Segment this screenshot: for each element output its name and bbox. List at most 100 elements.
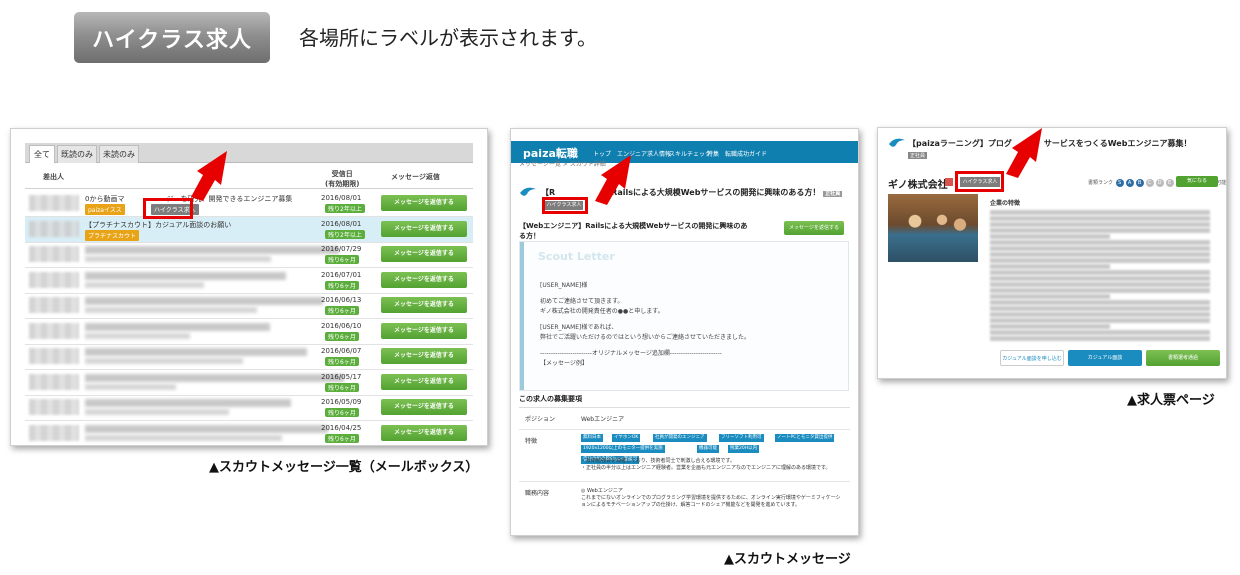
table-row: ポジション Webエンジニア (519, 408, 850, 430)
table-row[interactable]: 2016/06/13 残り6ヶ月 メッセージを返信する (25, 293, 473, 319)
reply-button[interactable]: メッセージを返信する (381, 322, 467, 339)
sender-avatar (29, 322, 79, 339)
sender-avatar (29, 348, 79, 364)
nav-item-special[interactable]: 特集 (707, 149, 719, 158)
sender-avatar (29, 246, 79, 262)
table-row[interactable]: 2016/06/07 残り6ヶ月 メッセージを返信する (25, 344, 473, 370)
casual-apply-button[interactable]: カジュアル面談を申し込む (1000, 350, 1064, 366)
letter-line: ギノ株式会社の開発責任者の●●と申します。 (540, 308, 664, 315)
expiry-badge: 残り6ヶ月 (325, 357, 359, 366)
rank-dots: SABCDE (1115, 179, 1175, 187)
table-row[interactable]: 2016/07/01 残り6ヶ月 メッセージを返信する (25, 268, 473, 294)
row-value: ◎ Webエンジニア これまでにないオンラインでのプログラミング学習環境を提供す… (581, 488, 841, 508)
message-subject[interactable]: 【プラチナスカウト】カジュアル面談のお願い (85, 220, 231, 230)
feature-tag: イヤホンOK (612, 434, 641, 442)
description-line (990, 252, 1210, 257)
table-row[interactable]: 0から動画マ ジーを研究、開発できるエンジニア募集 paizaイスス ハイクラス求人… (25, 191, 473, 217)
reply-button[interactable]: メッセージを返信する (381, 195, 467, 211)
tab-read[interactable]: 既読のみ (57, 145, 97, 163)
intro-heading: 企業の特徴 (990, 200, 1021, 207)
message-title-text: 【R Railsによる大規模Webサービスの開発に興味のある方！ (541, 188, 821, 197)
reply-button[interactable]: メッセージを返信する (381, 297, 467, 313)
reply-button[interactable]: メッセージを返信する (381, 424, 467, 441)
table-row: 職務内容 ◎ Webエンジニア これまでにないオンラインでのプログラミング学習環… (519, 482, 850, 535)
reply-button[interactable]: メッセージを返信する (381, 348, 467, 364)
received-date: 2016/06/10 (321, 321, 362, 330)
blurred-subject-line (85, 332, 190, 339)
table-row[interactable]: 2016/07/29 残り6ヶ月 メッセージを返信する (25, 242, 473, 268)
feature-tag: 残業20H以内 (728, 445, 760, 453)
tab-all[interactable]: 全て (29, 145, 55, 163)
letter-line: 【メッセージ例】 (540, 360, 588, 367)
expiry-badge: 残り6ヶ月 (325, 331, 359, 341)
row-label: 特徴 (525, 438, 538, 445)
received-date: 2016/08/01 (321, 194, 362, 202)
blurred-subject[interactable] (85, 348, 307, 356)
rank-dot: D (1155, 179, 1164, 187)
description-line (990, 330, 1210, 335)
table-row[interactable]: 2016/05/17 残り6ヶ月 メッセージを返信する (25, 370, 473, 396)
interested-button[interactable]: 気になる (1176, 176, 1218, 187)
blurred-subject-line (85, 307, 257, 313)
blurred-subject[interactable] (85, 297, 323, 305)
received-date: 2016/06/13 (321, 296, 362, 304)
received-date: 2016/06/07 (321, 347, 362, 355)
description-line (990, 222, 1210, 227)
reply-button[interactable]: メッセージを返信する (381, 220, 467, 237)
blurred-subject-line (85, 256, 271, 262)
nav-item-guide[interactable]: 転職成功ガイド (725, 149, 767, 158)
description-line (990, 306, 1210, 311)
table-row[interactable]: 2016/06/10 残り6ヶ月 メッセージを返信する (25, 319, 473, 345)
blurred-subject[interactable] (85, 373, 344, 382)
mailbox-tabs: 全て 既読のみ 未読のみ (25, 143, 473, 163)
rank-dot: A (1125, 179, 1134, 187)
description-line (990, 270, 1210, 275)
blurred-subject[interactable] (85, 246, 339, 254)
expiry-badge: 残り6ヶ月 (325, 280, 359, 290)
feature-tag: フリーソフト利用可 (719, 434, 764, 442)
feature-tag: 1920x1200以上のモニター提供を実施 (581, 445, 665, 453)
table-row[interactable]: 2016/04/25 残り6ヶ月 メッセージを返信する (25, 421, 473, 446)
received-date: 2016/05/17 (321, 372, 362, 381)
table-row[interactable]: 【プラチナスカウト】カジュアル面談のお願い プラチナスカウト 2016/08/01 残… (25, 216, 473, 243)
tab-unread[interactable]: 未読のみ (99, 145, 139, 163)
reply-button[interactable]: メッセージを返信する (784, 221, 844, 235)
casual-interview-button[interactable]: カジュアル面談 (1068, 350, 1142, 366)
description-line (990, 336, 1210, 341)
caption-jobpage: ▲求人票ページ (1127, 393, 1215, 408)
description-line (990, 264, 1110, 269)
feature-tag: ノートPCとモニタ貸出提供 (775, 434, 835, 442)
feature-tag: 社員が開発のエンジニア (653, 434, 707, 442)
blurred-subject-line (85, 383, 176, 390)
job-page-screenshot: 【paizaラーニング】プログ サービスをつくるWebエンジニア募集！ 正社員 … (877, 127, 1227, 379)
red-arrow-icon (1006, 128, 1042, 178)
requirements-heading: この求人の募集要項 (519, 395, 582, 403)
blurred-subject[interactable] (85, 424, 328, 433)
expiry-badge: 残り2年以上 (325, 229, 365, 239)
reply-button[interactable]: メッセージを返信する (381, 373, 467, 390)
received-date: 2016/07/01 (321, 270, 362, 279)
company-name: ギノ株式会社 (888, 180, 948, 191)
blurred-subject[interactable] (85, 399, 291, 407)
document-pass-button[interactable]: 書類選考通過 (1146, 350, 1220, 366)
rank-dot: E (1165, 179, 1174, 187)
sender-avatar (29, 220, 79, 237)
reply-button[interactable]: メッセージを返信する (381, 399, 467, 415)
letter-accent (520, 242, 524, 390)
blurred-subject-line (85, 409, 229, 415)
paiza-bird-icon (520, 187, 536, 196)
reply-button[interactable]: メッセージを返信する (381, 271, 467, 288)
table-row[interactable]: 2016/05/09 残り6ヶ月 メッセージを返信する (25, 395, 473, 421)
table-row: 特徴 無料日本 イヤホンOK 社員が開発のエンジニア フリーソフト利用可 ノートPCとモ… (519, 430, 850, 482)
nav-item-skillcheck[interactable]: スキルチェック (669, 149, 711, 158)
mailbox-screenshot: 全て 既読のみ 未読のみ 差出人 受信日 (有効期限) メッセージ返信 0から動… (10, 128, 488, 446)
blurred-subject[interactable] (85, 271, 286, 280)
letter-line: 初めてご連絡させて頂きます。 (540, 298, 624, 305)
received-date: 2016/04/25 (321, 423, 362, 432)
blurred-subject[interactable] (85, 322, 270, 331)
received-date: 2016/07/29 (321, 245, 362, 253)
reply-button[interactable]: メッセージを返信する (381, 246, 467, 262)
sender-avatar (29, 195, 79, 211)
description-line (990, 282, 1210, 287)
paiza-tag: paizaイスス (85, 204, 125, 215)
